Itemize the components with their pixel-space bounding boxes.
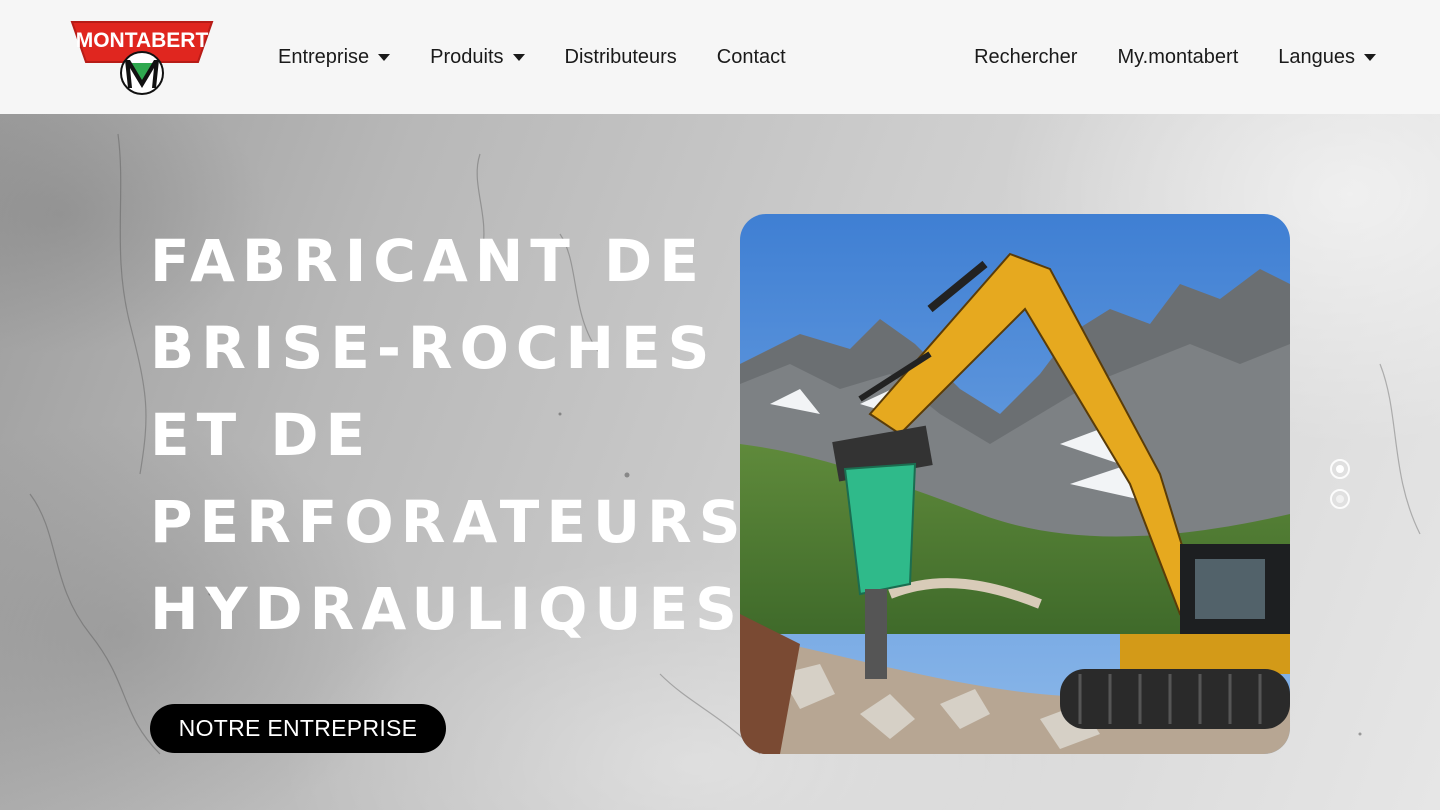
nav-produits[interactable]: Produits bbox=[430, 45, 525, 69]
nav-contact[interactable]: Contact bbox=[717, 46, 786, 69]
headline-line: ET DE bbox=[150, 401, 373, 469]
hero-headline: FABRICANT DE BRISE-ROCHES ET DE PERFORAT… bbox=[150, 218, 750, 653]
nav-rechercher-label: Rechercher bbox=[974, 45, 1078, 68]
nav-entreprise-label: Entreprise bbox=[278, 45, 370, 68]
nav-my-montabert-label: My.montabert bbox=[1117, 45, 1239, 68]
excavator-photo bbox=[740, 214, 1290, 754]
nav-distributeurs-label: Distributeurs bbox=[564, 45, 677, 68]
slider-dot-1[interactable] bbox=[1330, 459, 1350, 479]
headline-line: FABRICANT DE bbox=[150, 227, 706, 295]
nav-entreprise[interactable]: Entreprise bbox=[278, 45, 391, 69]
headline-line: HYDRAULIQUES bbox=[150, 575, 744, 643]
headline-line: PERFORATEURS bbox=[150, 488, 748, 556]
nav-langues[interactable]: Langues bbox=[1278, 46, 1376, 69]
nav-distributeurs[interactable]: Distributeurs bbox=[565, 46, 677, 69]
hero-section: FABRICANT DE BRISE-ROCHES ET DE PERFORAT… bbox=[0, 114, 1440, 810]
logo-text: MONTABERT bbox=[76, 29, 209, 52]
utility-nav: Rechercher My.montabert Langues bbox=[974, 0, 1376, 114]
nav-contact-label: Contact bbox=[716, 45, 786, 68]
main-nav: Entreprise Produits Distributeurs Contac… bbox=[278, 0, 786, 114]
nav-langues-label: Langues bbox=[1278, 45, 1355, 68]
caret-down-icon bbox=[1364, 53, 1376, 61]
site-header: MONTABERT Entreprise Produits Distribute… bbox=[0, 0, 1440, 114]
caret-down-icon bbox=[378, 53, 391, 61]
active-dot-indicator bbox=[1336, 465, 1344, 473]
slider-dot-2[interactable] bbox=[1330, 489, 1350, 509]
montabert-logo[interactable]: MONTABERT bbox=[70, 20, 214, 96]
nav-rechercher[interactable]: Rechercher bbox=[974, 46, 1077, 69]
nav-produits-label: Produits bbox=[430, 45, 504, 68]
slider-pagination bbox=[1330, 459, 1350, 519]
notre-entreprise-button[interactable]: NOTRE ENTREPRISE bbox=[150, 704, 446, 753]
caret-down-icon bbox=[512, 53, 525, 61]
inactive-dot-indicator bbox=[1336, 495, 1344, 503]
headline-line: BRISE-ROCHES bbox=[150, 314, 717, 382]
nav-my-montabert[interactable]: My.montabert bbox=[1117, 46, 1238, 69]
